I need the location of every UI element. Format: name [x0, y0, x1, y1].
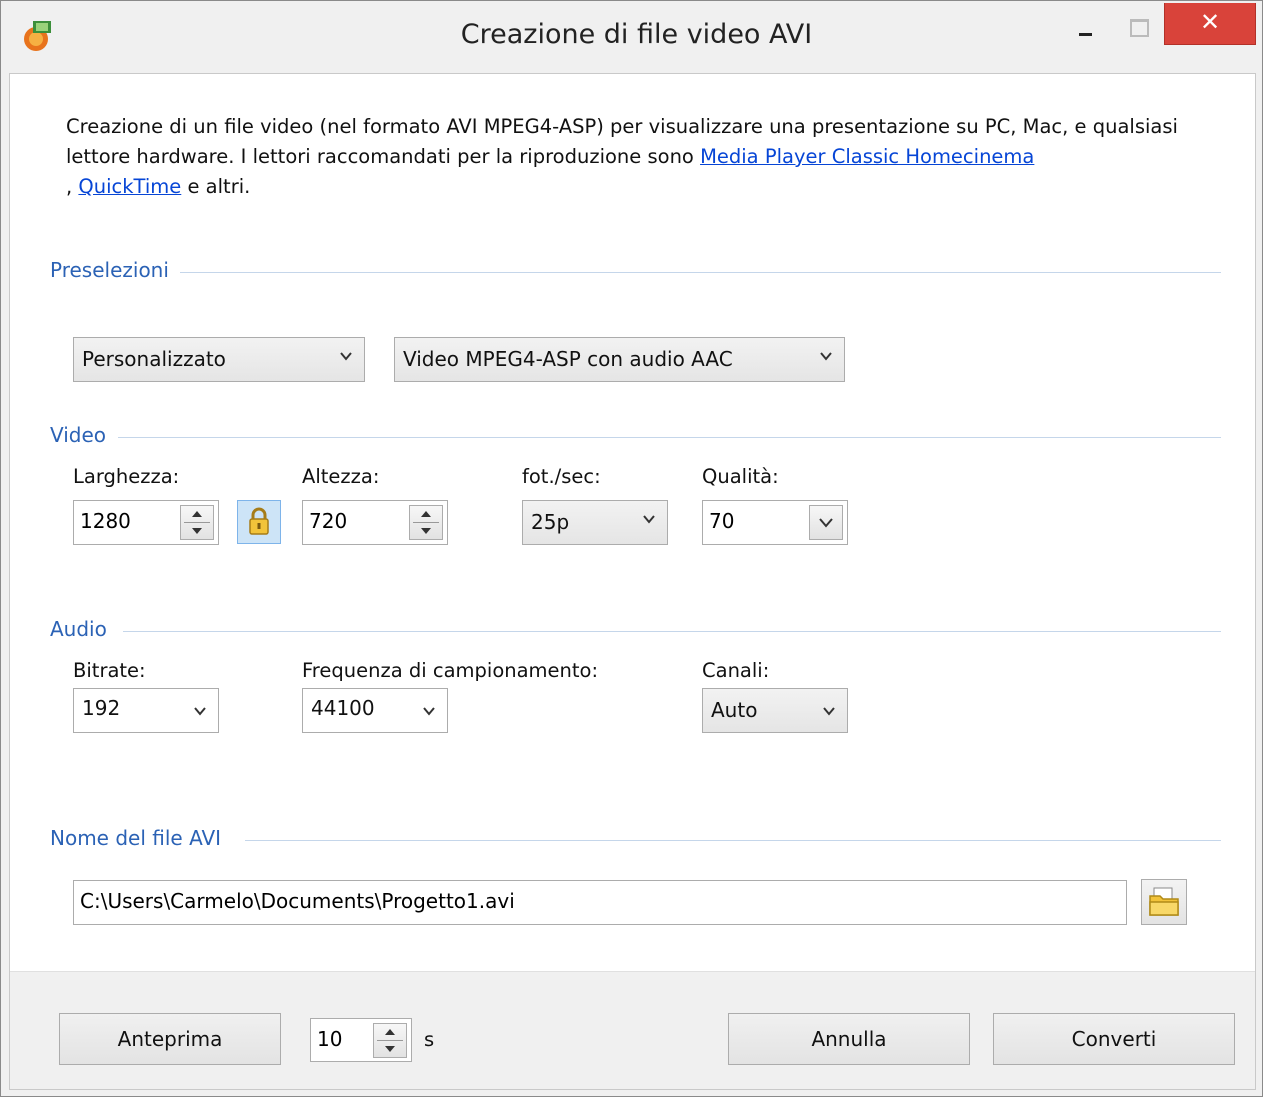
width-label: Larghezza:: [73, 465, 180, 488]
fps-value: 25p: [531, 510, 570, 534]
width-spin-buttons[interactable]: [180, 505, 214, 540]
bitrate-label: Bitrate:: [73, 659, 146, 682]
intro-text: Creazione di un file video (nel formato …: [66, 112, 1226, 202]
close-button[interactable]: ✕: [1164, 3, 1256, 45]
chevron-down-icon: [823, 707, 835, 716]
bitrate-value: 192: [82, 696, 121, 720]
height-stepper[interactable]: 720: [302, 500, 448, 545]
seconds-unit-label: s: [424, 1028, 435, 1051]
quality-dropdown-button[interactable]: [809, 505, 843, 540]
minimize-button[interactable]: [1067, 3, 1113, 45]
preview-seconds-stepper[interactable]: 10: [310, 1018, 412, 1062]
channels-value: Auto: [711, 698, 758, 722]
width-stepper[interactable]: 1280: [73, 500, 219, 545]
section-divider: [118, 437, 1221, 438]
fps-label: fot./sec:: [522, 465, 601, 488]
chevron-down-icon: [423, 707, 435, 716]
channels-dropdown[interactable]: Auto: [702, 688, 848, 733]
samplerate-dropdown[interactable]: 44100: [302, 688, 448, 733]
quality-label: Qualità:: [702, 465, 779, 488]
fps-dropdown[interactable]: 25p: [522, 500, 668, 545]
preview-button[interactable]: Anteprima: [59, 1013, 281, 1065]
preset-dropdown[interactable]: Personalizzato: [73, 337, 365, 382]
maximize-button[interactable]: [1116, 3, 1162, 45]
preview-seconds-spin-buttons[interactable]: [373, 1023, 407, 1058]
quality-combo[interactable]: 70: [702, 500, 848, 545]
height-spin-buttons[interactable]: [409, 505, 443, 540]
chevron-down-icon: [643, 515, 655, 524]
chevron-down-icon: [820, 352, 832, 361]
convert-button[interactable]: Converti: [993, 1013, 1235, 1065]
chevron-down-icon: [194, 707, 206, 716]
height-label: Altezza:: [302, 465, 380, 488]
intro-separator: ,: [66, 175, 79, 198]
link-media-player-classic[interactable]: Media Player Classic Homecinema: [700, 145, 1034, 168]
aspect-lock-button[interactable]: [237, 500, 281, 544]
intro-text-end: e altri.: [181, 175, 251, 198]
section-presets-title: Preselezioni: [50, 258, 169, 282]
samplerate-label: Frequenza di campionamento:: [302, 659, 599, 682]
preset-dropdown-value: Personalizzato: [82, 347, 226, 371]
format-dropdown[interactable]: Video MPEG4-ASP con audio AAC: [394, 337, 845, 382]
quality-value: 70: [709, 509, 735, 533]
section-video-title: Video: [50, 423, 107, 447]
chevron-down-icon: [340, 352, 352, 361]
folder-icon: [1149, 887, 1179, 916]
section-file-title: Nome del file AVI: [50, 826, 222, 850]
width-value: 1280: [80, 509, 131, 533]
height-value: 720: [309, 509, 348, 533]
dialog-body: Creazione di un file video (nel formato …: [9, 73, 1256, 1090]
dialog-footer: Anteprima 10 s Annulla Converti: [10, 971, 1255, 1089]
browse-button[interactable]: [1141, 879, 1187, 925]
dialog-window: Creazione di file video AVI ✕ Creazione …: [0, 0, 1263, 1097]
chevron-down-icon: [819, 518, 833, 528]
section-divider: [123, 631, 1221, 632]
section-divider: [245, 840, 1221, 841]
bitrate-dropdown[interactable]: 192: [73, 688, 219, 733]
cancel-button[interactable]: Annulla: [728, 1013, 970, 1065]
file-path-field[interactable]: C:\Users\Carmelo\Documents\Progetto1.avi: [73, 880, 1127, 925]
format-dropdown-value: Video MPEG4-ASP con audio AAC: [403, 347, 733, 371]
title-bar[interactable]: Creazione di file video AVI ✕: [1, 1, 1262, 73]
lock-icon: [249, 507, 269, 535]
file-path-value: C:\Users\Carmelo\Documents\Progetto1.avi: [80, 889, 515, 913]
channels-label: Canali:: [702, 659, 770, 682]
section-divider: [180, 272, 1221, 273]
samplerate-value: 44100: [311, 696, 375, 720]
section-audio-title: Audio: [50, 617, 107, 641]
preview-seconds-value: 10: [317, 1027, 343, 1051]
link-quicktime[interactable]: QuickTime: [78, 175, 181, 198]
